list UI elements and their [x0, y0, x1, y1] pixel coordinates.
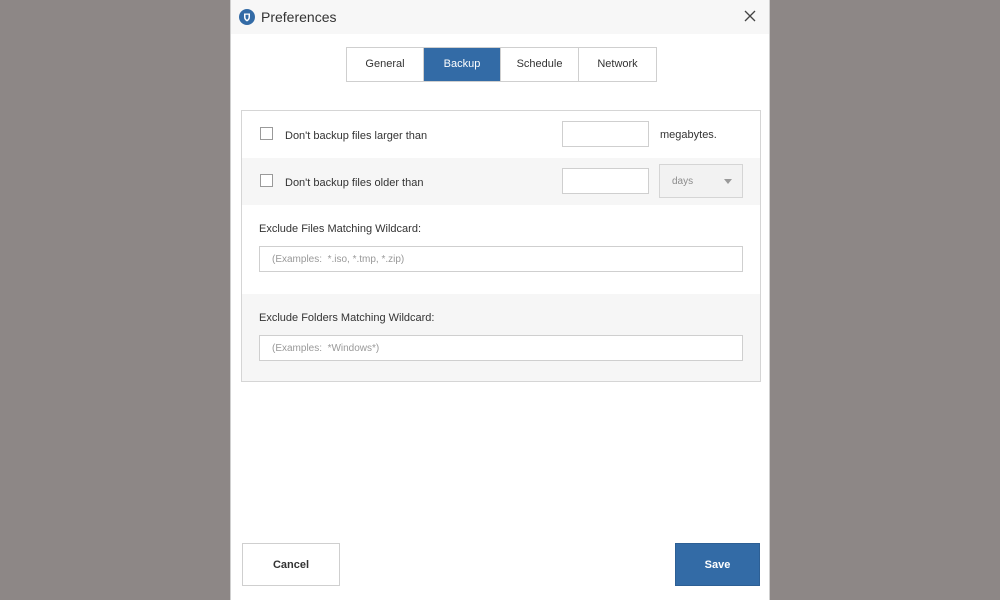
exclude-folders-section: Exclude Folders Matching Wildcard: [242, 294, 760, 381]
exclude-folders-label: Exclude Folders Matching Wildcard: [259, 312, 435, 324]
preferences-dialog: Preferences General Backup Schedule Netw… [230, 0, 770, 600]
age-unit-select[interactable]: days [659, 164, 743, 198]
chevron-down-icon [724, 179, 732, 184]
title-bar: Preferences [231, 0, 769, 34]
tab-bar: General Backup Schedule Network [346, 47, 657, 82]
exclude-files-input[interactable] [259, 246, 743, 272]
save-button[interactable]: Save [675, 543, 760, 586]
age-limit-row: Don't backup files older than days [242, 158, 760, 205]
age-unit-value: days [672, 176, 694, 187]
cancel-button[interactable]: Cancel [242, 543, 340, 586]
size-limit-input[interactable] [562, 121, 649, 147]
size-limit-checkbox[interactable] [260, 127, 273, 140]
exclude-folders-input[interactable] [259, 335, 743, 361]
size-limit-label: Don't backup files larger than [285, 130, 428, 142]
size-unit-label: megabytes. [660, 129, 717, 141]
tab-schedule[interactable]: Schedule [501, 48, 579, 81]
exclude-files-label: Exclude Files Matching Wildcard: [259, 223, 422, 235]
tab-network[interactable]: Network [579, 48, 656, 81]
close-icon[interactable] [741, 7, 759, 25]
tab-backup[interactable]: Backup [424, 48, 501, 81]
exclude-files-section: Exclude Files Matching Wildcard: [242, 205, 760, 294]
age-limit-input[interactable] [562, 168, 649, 194]
size-limit-row: Don't backup files larger than megabytes… [242, 111, 760, 158]
tab-general[interactable]: General [347, 48, 424, 81]
shield-icon [239, 9, 255, 25]
window-title: Preferences [261, 9, 337, 25]
age-limit-label: Don't backup files older than [285, 177, 424, 189]
backup-settings-panel: Don't backup files larger than megabytes… [241, 110, 761, 382]
age-limit-checkbox[interactable] [260, 174, 273, 187]
